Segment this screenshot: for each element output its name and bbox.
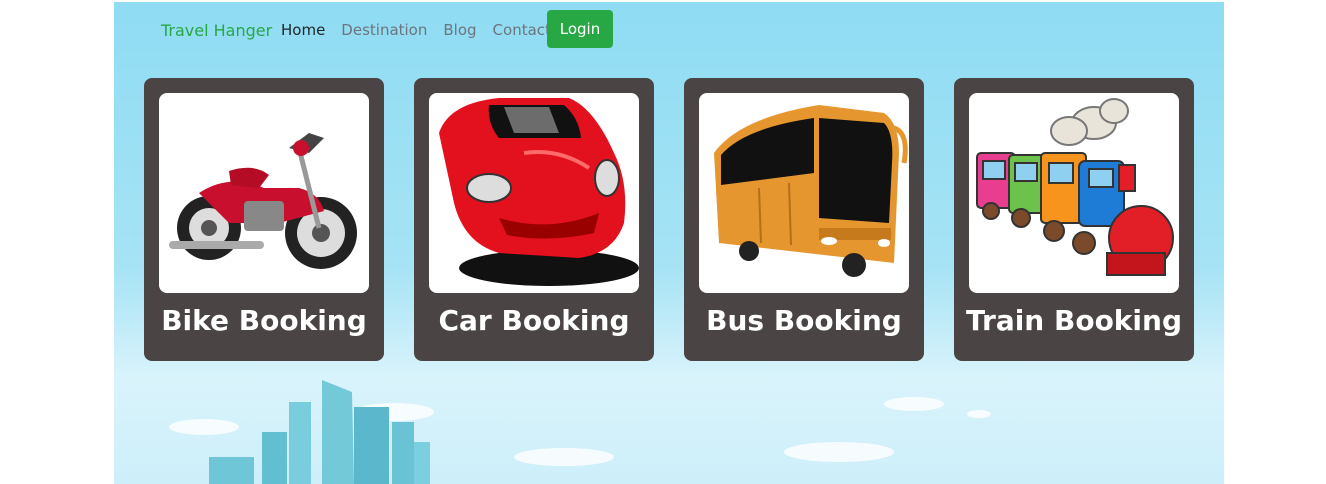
nav-link-home[interactable]: Home <box>281 21 325 39</box>
brand-link[interactable]: Travel Hanger <box>161 21 272 40</box>
nav-link-blog[interactable]: Blog <box>443 21 476 39</box>
booking-card-car[interactable]: Car Booking <box>414 78 654 361</box>
car-image <box>429 93 639 293</box>
train-image <box>969 93 1179 293</box>
sports-car-icon <box>439 98 639 286</box>
card-title: Bike Booking <box>161 304 367 337</box>
nav-link-contact[interactable]: Contact <box>493 21 551 39</box>
card-title: Train Booking <box>965 304 1182 337</box>
booking-card-bike[interactable]: Bike Booking <box>144 78 384 361</box>
card-title: Car Booking <box>438 304 630 337</box>
bus-image <box>699 93 909 293</box>
nav-link-destination[interactable]: Destination <box>341 21 427 39</box>
nav-links: Home Destination Blog Contact <box>281 21 567 39</box>
motorcycle-icon <box>169 133 357 269</box>
city-skyline-illustration <box>169 380 991 484</box>
booking-card-bus[interactable]: Bus Booking <box>684 78 924 361</box>
card-title: Bus Booking <box>706 304 902 337</box>
toy-train-icon <box>976 98 1174 276</box>
login-button[interactable]: Login <box>547 10 613 48</box>
bike-image <box>159 93 369 293</box>
bus-icon <box>714 105 908 277</box>
navbar: Travel Hanger Home Destination Blog Cont… <box>114 2 1224 58</box>
booking-card-train[interactable]: Train Booking <box>954 78 1194 361</box>
page-stage: Travel Hanger Home Destination Blog Cont… <box>114 2 1224 484</box>
